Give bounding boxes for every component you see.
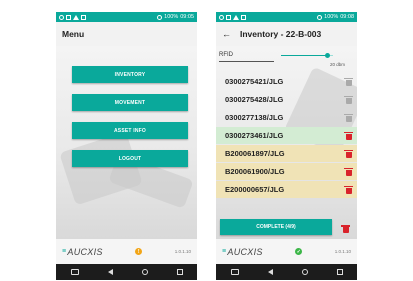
menu-screen: 100% 09:05 Menu INVENTORY MOVEMENT ASSET … — [56, 12, 197, 280]
tag-id: 0300275428/JLG — [225, 95, 284, 104]
battery-percent: 100% — [164, 14, 179, 20]
menu-content: INVENTORY MOVEMENT ASSET INFO LOGOUT — [56, 46, 197, 239]
keyboard-icon[interactable] — [70, 269, 79, 275]
logout-button[interactable]: LOGOUT — [72, 150, 188, 167]
aucxis-logo: ≡ AUCXIS — [222, 246, 263, 257]
rfid-input-underline[interactable] — [219, 61, 274, 62]
footer: ≡ AUCXIS ✓ 1.0.1.10 — [216, 239, 357, 264]
rfid-control: RFID 20 dbm — [219, 49, 351, 69]
rfid-power-value: 20 dbm — [329, 62, 345, 67]
image-icon — [226, 14, 231, 20]
trash-icon[interactable] — [344, 131, 353, 140]
movement-button[interactable]: MOVEMENT — [72, 94, 188, 111]
page-title: Inventory - 22-B-003 — [240, 29, 322, 39]
trash-icon[interactable] — [344, 185, 353, 194]
recents-nav-icon[interactable] — [176, 269, 183, 275]
rfid-power-slider[interactable] — [281, 52, 333, 58]
notification-icon — [59, 14, 64, 20]
tag-id: 0300273461/JLG — [225, 131, 284, 140]
battery-percent: 100% — [324, 14, 339, 20]
recents-nav-icon[interactable] — [336, 269, 343, 275]
home-nav-icon[interactable] — [141, 269, 148, 275]
aucxis-logo: ≡ AUCXIS — [62, 246, 103, 257]
footer: ≡ AUCXIS ! 1.0.1.10 — [56, 239, 197, 264]
storage-icon — [81, 14, 86, 20]
slider-fill — [281, 55, 328, 56]
trash-icon[interactable] — [344, 149, 353, 158]
tag-id: 0300275421/JLG — [225, 77, 284, 86]
status-bar: 100% 09:08 — [216, 12, 357, 22]
clock: 09:08 — [340, 14, 354, 20]
trash-icon[interactable] — [344, 95, 353, 104]
rfid-label: RFID — [219, 52, 233, 58]
nav-bar — [216, 264, 357, 280]
tag-row[interactable]: B200061897/JLG — [216, 145, 357, 162]
version-label: 1.0.1.10 — [174, 249, 191, 254]
status-bar: 100% 09:05 — [56, 12, 197, 22]
warning-icon — [73, 14, 79, 20]
slider-thumb[interactable] — [325, 52, 331, 58]
back-nav-icon[interactable] — [267, 269, 273, 275]
tag-id: 0300277138/JLG — [225, 113, 284, 122]
wifi-icon — [157, 14, 163, 20]
warning-status-icon: ! — [135, 248, 143, 255]
page-title: Menu — [62, 29, 85, 39]
notification-icon — [219, 14, 224, 20]
tag-list: 0300275421/JLG 0300275428/JLG 0300277138/J… — [216, 73, 357, 199]
wifi-icon — [317, 14, 323, 20]
warning-icon — [233, 14, 239, 20]
storage-icon — [241, 14, 246, 20]
tag-row[interactable]: 0300273461/JLG — [216, 127, 357, 144]
back-arrow-icon[interactable]: ← — [222, 29, 231, 39]
trash-icon[interactable] — [341, 225, 350, 233]
image-icon — [66, 14, 71, 20]
tag-row[interactable]: 0300275421/JLG — [216, 73, 357, 90]
app-bar: ← Inventory - 22-B-003 — [216, 22, 357, 47]
tag-row[interactable]: E200000657/JLG — [216, 181, 357, 198]
back-nav-icon[interactable] — [107, 269, 113, 275]
tag-row[interactable]: B200061900/JLG — [216, 163, 357, 180]
inventory-screen: 100% 09:08 ← Inventory - 22-B-003 RFID 20… — [216, 12, 357, 280]
tag-row[interactable]: 0300275428/JLG — [216, 91, 357, 108]
trash-icon[interactable] — [344, 113, 353, 122]
tag-id: B200061900/JLG — [225, 167, 285, 176]
inventory-button[interactable]: INVENTORY — [72, 66, 188, 83]
asset-info-button[interactable]: ASSET INFO — [72, 122, 188, 139]
tag-id: B200061897/JLG — [225, 149, 285, 158]
version-label: 1.0.1.10 — [334, 249, 351, 254]
trash-icon[interactable] — [344, 77, 353, 86]
keyboard-icon[interactable] — [230, 269, 239, 275]
tag-id: E200000657/JLG — [225, 185, 285, 194]
ok-status-icon: ✓ — [295, 248, 303, 255]
complete-button[interactable]: COMPLETE (4/9) — [220, 219, 332, 235]
app-bar: Menu — [56, 22, 197, 47]
inventory-content: RFID 20 dbm 0300275421/JLG 0300275428/JLG… — [216, 46, 357, 239]
clock: 09:05 — [180, 14, 194, 20]
home-nav-icon[interactable] — [301, 269, 308, 275]
tag-row[interactable]: 0300277138/JLG — [216, 109, 357, 126]
nav-bar — [56, 264, 197, 280]
trash-icon[interactable] — [344, 167, 353, 176]
